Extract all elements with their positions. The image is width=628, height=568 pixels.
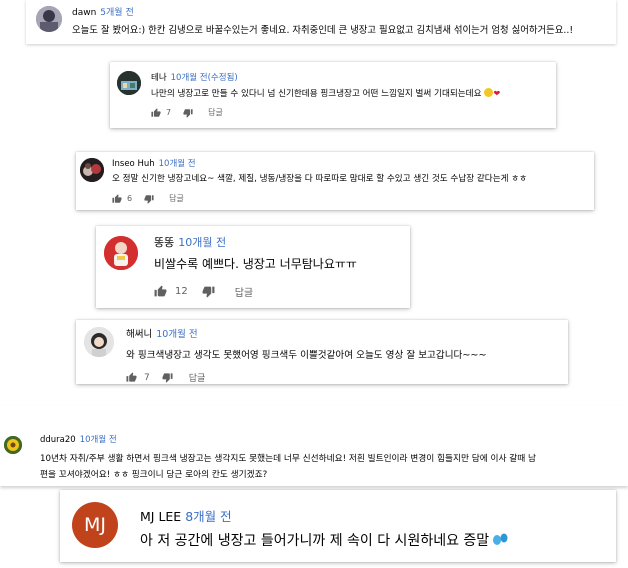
comment-actions: 12 답글 bbox=[154, 284, 253, 299]
like-button[interactable] bbox=[151, 107, 161, 118]
comment-card-mj-lee: MJ MJ LEE 8개월 전 아 저 공간에 냉장고 들어가니까 제 속이 다 … bbox=[60, 490, 616, 562]
avatar[interactable]: MJ bbox=[72, 502, 118, 548]
comment-text: 비쌀수록 예쁘다. 냉장고 너무탐나요ㅠㅠ bbox=[154, 257, 357, 271]
avatar[interactable] bbox=[104, 236, 138, 270]
comment-author: MJ LEE 8개월 전 bbox=[140, 506, 232, 525]
like-button[interactable] bbox=[126, 372, 137, 383]
comment-text-body: 나만의 냉장고로 만들 수 있다니 넘 신기한데용 핑크냉장고 어떤 느낌일지 … bbox=[151, 89, 482, 99]
comment-text: 나만의 냉장고로 만들 수 있다니 넘 신기한데용 핑크냉장고 어떤 느낌일지 … bbox=[151, 87, 500, 99]
comment-text: 오늘도 잘 봤어요:) 한칸 김냉으로 바꿀수있는거 좋네요. 자취중인데 큰 … bbox=[72, 25, 574, 36]
comment-text-line-1: 10년차 자취/주부 생활 하면서 핑크색 냉장고는 생각지도 못했는데 너무 … bbox=[40, 454, 537, 464]
comment-actions: 7 답글 bbox=[151, 107, 223, 118]
thumbs-down-icon bbox=[144, 194, 154, 204]
comment-actions: 7 답글 bbox=[126, 371, 205, 384]
thumbs-up-icon bbox=[151, 107, 161, 117]
dislike-button[interactable] bbox=[144, 194, 154, 204]
comment-card-inseo-huh: Inseo Huh 10개월 전 오 정말 신기한 냉장고네요~ 색깔, 제질, … bbox=[76, 152, 594, 210]
comment-text: 아 저 공간에 냉장고 들어가니까 제 속이 다 시원하네요 증말 bbox=[140, 530, 509, 550]
thumbs-down-icon bbox=[202, 286, 215, 298]
author-name[interactable]: dawn bbox=[72, 8, 96, 18]
reply-button[interactable]: 답글 bbox=[189, 371, 206, 384]
avatar[interactable] bbox=[4, 436, 22, 454]
avatar[interactable] bbox=[117, 71, 141, 95]
comment-author: 테나 10개월 전(수정됨) bbox=[151, 71, 238, 83]
like-count: 12 bbox=[175, 286, 188, 297]
comment-actions: 6 답글 bbox=[112, 193, 184, 204]
comment-author: ddura20 10개월 전 bbox=[40, 433, 117, 445]
author-name[interactable]: ddura20 bbox=[40, 435, 76, 445]
heart-emoji-icon: ❤ bbox=[493, 89, 501, 98]
thumbs-up-icon bbox=[112, 193, 122, 203]
author-name[interactable]: MJ LEE bbox=[140, 509, 181, 524]
dislike-button[interactable] bbox=[162, 372, 173, 383]
author-name[interactable]: Inseo Huh bbox=[112, 159, 155, 169]
comment-text: 오 정말 신기한 냉장고네요~ 색깔, 제질, 냉동/냉장을 다 따로따로 맘대… bbox=[112, 174, 528, 184]
comment-time[interactable]: 10개월 전(수정됨) bbox=[171, 73, 238, 83]
thumbs-up-icon bbox=[126, 372, 137, 382]
thumbs-up-icon bbox=[154, 285, 167, 297]
comment-card-ddura20: ddura20 10개월 전 10년차 자취/주부 생활 하면서 핑크색 냉장고는… bbox=[0, 406, 628, 486]
dislike-button[interactable] bbox=[202, 285, 215, 298]
like-count: 7 bbox=[144, 372, 150, 383]
sweat-droplets-icon bbox=[493, 533, 508, 545]
like-button[interactable] bbox=[154, 285, 167, 298]
reply-button[interactable]: 답글 bbox=[208, 107, 223, 118]
comment-text-body: 아 저 공간에 냉장고 들어가니까 제 속이 다 시원하네요 증말 bbox=[140, 533, 490, 549]
thumbs-down-icon bbox=[183, 108, 193, 118]
comment-time[interactable]: 10개월 전 bbox=[156, 329, 197, 340]
comment-time[interactable]: 8개월 전 bbox=[185, 509, 231, 524]
reply-button[interactable]: 답글 bbox=[235, 284, 253, 299]
avatar[interactable] bbox=[84, 327, 114, 357]
comment-text: 와 핑크색냉장고 생각도 못했어영 핑크색두 이쁠것같아여 오늘도 영상 잘 보… bbox=[126, 350, 487, 361]
dislike-button[interactable] bbox=[183, 108, 193, 118]
like-count: 7 bbox=[166, 108, 172, 117]
smile-emoji-icon bbox=[483, 88, 493, 97]
comment-time[interactable]: 5개월 전 bbox=[100, 8, 133, 18]
author-name[interactable]: 똥똥 bbox=[154, 236, 174, 249]
avatar-initials: MJ bbox=[84, 514, 106, 536]
comment-author: 똥똥 10개월 전 bbox=[154, 234, 226, 250]
comment-card-tena: 테나 10개월 전(수정됨) 나만의 냉장고로 만들 수 있다니 넘 신기한데용 … bbox=[110, 62, 556, 128]
comment-author: Inseo Huh 10개월 전 bbox=[112, 157, 196, 169]
author-name[interactable]: 해써니 bbox=[126, 329, 152, 340]
comment-time[interactable]: 10개월 전 bbox=[80, 435, 117, 445]
comment-card-dawn: dawn 5개월 전 오늘도 잘 봤어요:) 한칸 김냉으로 바꿀수있는거 좋네요… bbox=[26, 0, 616, 44]
comment-author: 해써니 10개월 전 bbox=[126, 326, 198, 340]
like-count: 6 bbox=[127, 194, 133, 203]
like-button[interactable] bbox=[112, 193, 122, 204]
comment-card-haesseoni: 해써니 10개월 전 와 핑크색냉장고 생각도 못했어영 핑크색두 이쁠것같아여 … bbox=[76, 320, 568, 384]
comment-text-line-2: 편을 꼬셔야겠어요! ㅎㅎ 핑크이니 당근 로아의 칸도 생기겠죠? bbox=[40, 470, 268, 480]
avatar[interactable] bbox=[36, 6, 62, 32]
reply-button[interactable]: 답글 bbox=[169, 193, 184, 204]
avatar[interactable] bbox=[80, 158, 104, 182]
thumbs-down-icon bbox=[162, 373, 173, 383]
comment-card-ddongddong: 똥똥 10개월 전 비쌀수록 예쁘다. 냉장고 너무탐나요ㅠㅠ 12 답글 bbox=[96, 226, 410, 308]
comment-author: dawn 5개월 전 bbox=[72, 5, 134, 18]
author-name[interactable]: 테나 bbox=[151, 73, 167, 83]
comment-time[interactable]: 10개월 전 bbox=[159, 159, 196, 169]
comment-time[interactable]: 10개월 전 bbox=[178, 236, 226, 249]
